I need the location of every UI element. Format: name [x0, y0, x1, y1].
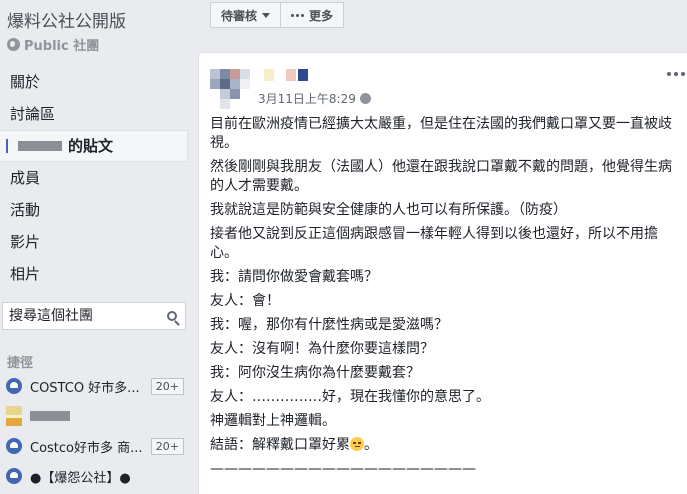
pending-dropdown-button[interactable]: 待審核 — [210, 2, 282, 28]
redacted-name — [18, 141, 62, 151]
post-paragraph: 然後剛剛與我朋友（法國人）他還在跟我說口罩戴不戴的問題，他覺得生病的人才需要戴。 — [210, 159, 672, 194]
shortcut-thumbnail — [6, 406, 22, 426]
shortcut-item[interactable]: Costco好市多 商... 20+ — [0, 433, 190, 459]
nav-item-label: 的貼文 — [68, 137, 114, 155]
post-paragraph: 友人：沒有啊！為什麼你要這樣問？ — [210, 341, 434, 357]
shortcut-item[interactable] — [0, 403, 190, 429]
nav-item-photos[interactable]: 相片 — [0, 258, 188, 290]
group-title[interactable]: 爆料公社公開版 — [7, 7, 126, 32]
shortcut-item[interactable]: COSTCO 好市多... 20+ — [0, 373, 190, 399]
shortcut-badge: 20+ — [150, 377, 184, 395]
post-paragraph: 接者他又說到反正這個病跟感冒一樣年輕人得到以後也還好，所以不用擔心。 — [210, 226, 658, 261]
more-dots-icon — [291, 13, 305, 17]
author-name[interactable] — [264, 69, 324, 81]
post-paragraph: 友人：……………好，現在我懂你的意思了。 — [210, 389, 490, 405]
shortcut-badge: 20+ — [150, 437, 184, 455]
globe-icon — [7, 38, 20, 51]
avatar[interactable] — [210, 69, 250, 109]
shortcut-name: COSTCO 好市多... — [30, 380, 140, 396]
nav-item-about[interactable]: 關於 — [0, 66, 188, 98]
search-button[interactable] — [159, 303, 185, 329]
nav-item-label: 影片 — [10, 233, 41, 251]
group-icon — [6, 438, 22, 454]
pending-label: 待審核 — [221, 8, 258, 23]
shortcuts-list: COSTCO 好市多... 20+ Costco好市多 商... 20+ ●【爆… — [0, 373, 190, 493]
nav-item-label: 討論區 — [10, 105, 56, 123]
nav-item-label: 活動 — [10, 201, 41, 219]
post-paragraph: 我：喔，那你有什麼性病或是愛滋嗎？ — [210, 317, 448, 333]
nav-item-videos[interactable]: 影片 — [0, 226, 188, 258]
group-privacy-label: Public 社團 — [24, 39, 100, 54]
group-privacy: Public 社團 — [7, 35, 99, 54]
redacted-name — [30, 411, 70, 421]
group-search-input[interactable] — [9, 308, 159, 324]
post-paragraph: 我就說這是防範與安全健康的人也可以有所保護。（防疫） — [210, 202, 567, 218]
post-card: 3月11日上午8:29 目前在歐洲疫情已經擴大太嚴重，但是住在法國的我們戴口罩又… — [198, 52, 687, 494]
group-nav: 關於 討論區 的貼文 成員 活動 影片 相片 — [0, 66, 188, 290]
more-label: 更多 — [309, 8, 334, 23]
group-search — [2, 302, 186, 330]
post-paragraph: 神邏輯對上神邏輯。 — [210, 413, 336, 429]
post-paragraph: 友人：會！ — [210, 293, 280, 309]
left-sidebar: 爆料公社公開版 Public 社團 關於 討論區 的貼文 成員 活動 影片 相片… — [0, 0, 192, 494]
shortcuts-title: 捷徑 — [7, 356, 34, 371]
nav-item-events[interactable]: 活動 — [0, 194, 188, 226]
post-timestamp[interactable]: 3月11日上午8:29 — [258, 90, 371, 107]
post-body: 目前在歐洲疫情已經擴大太嚴重，但是住在法國的我們戴口罩又要一直被歧視。 然後剛剛… — [210, 115, 680, 484]
group-icon — [6, 378, 22, 394]
tired-face-emoji-icon — [350, 437, 364, 451]
post-paragraph: 我：請問你做愛會戴套嗎？ — [210, 269, 378, 285]
shortcut-name: Costco好市多 商... — [30, 440, 143, 456]
more-button[interactable]: 更多 — [281, 2, 345, 28]
post-divider: ——————————————————— — [210, 461, 476, 477]
nav-item-label: 成員 — [10, 169, 41, 187]
post-options-icon[interactable] — [667, 72, 685, 76]
search-icon — [167, 311, 177, 321]
post-paragraph: 目前在歐洲疫情已經擴大太嚴重，但是住在法國的我們戴口罩又要一直被歧視。 — [210, 116, 672, 151]
globe-icon — [359, 93, 371, 104]
nav-item-members[interactable]: 成員 — [0, 162, 188, 194]
group-icon — [6, 468, 22, 484]
post-paragraph: 我：阿你沒生病你為什麼要戴套？ — [210, 365, 420, 381]
post-paragraph: 結語：解釋戴口罩好累 — [210, 437, 350, 453]
group-toolbar: 待審核 更多 — [210, 2, 345, 28]
post-paragraph-last: 結語：解釋戴口罩好累。 — [210, 437, 378, 453]
chevron-down-icon — [262, 12, 271, 18]
nav-item-discussion[interactable]: 討論區 — [0, 98, 188, 130]
shortcut-name: ●【爆怨公社】● — [30, 470, 131, 486]
post-timestamp-text: 3月11日上午8:29 — [258, 92, 356, 106]
nav-item-label: 關於 — [10, 73, 41, 91]
nav-item-label: 相片 — [10, 265, 41, 283]
shortcut-item[interactable]: ●【爆怨公社】● — [0, 463, 190, 489]
nav-item-member-posts[interactable]: 的貼文 — [0, 130, 188, 162]
